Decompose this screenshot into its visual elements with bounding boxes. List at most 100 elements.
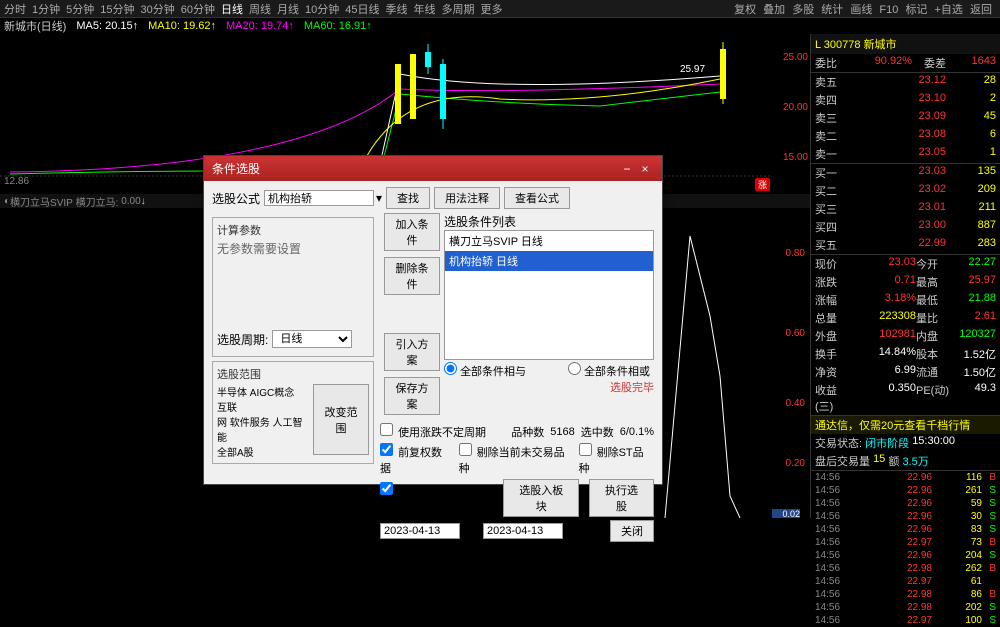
params-fieldset: 计算参数 无参数需要设置 选股周期: 日线 bbox=[212, 217, 374, 357]
chart-info-bar: 新城市(日线) MA5: 20.15↑ MA10: 19.62↑ MA20: 1… bbox=[0, 18, 1000, 34]
tab-month[interactable]: 月线 bbox=[277, 1, 299, 17]
radio-or[interactable]: 全部条件相或 bbox=[568, 362, 650, 379]
weicha-label: 委差 bbox=[912, 55, 946, 71]
stock-name: 新城市(日线) bbox=[4, 18, 66, 34]
import-button[interactable]: 引入方案 bbox=[384, 333, 440, 371]
stock-filter-dialog: 条件选股 − × 选股公式 ▾ 查找 用法注释 查看公式 计算参数 无参数需要设… bbox=[203, 155, 663, 485]
zhang-marker: 涨 bbox=[755, 178, 770, 191]
svg-text:0.40: 0.40 bbox=[786, 398, 806, 409]
quote-row: 收益(三)0.350PE(动)49.3 bbox=[811, 381, 1000, 415]
bid-row: 买三23.01211 bbox=[811, 200, 1000, 218]
close-button[interactable]: 关闭 bbox=[610, 520, 654, 542]
period-tabs: 分时 1分钟 5分钟 15分钟 30分钟 60分钟 日线 周线 月线 10分钟 … bbox=[0, 0, 1000, 18]
btn-stats[interactable]: 统计 bbox=[821, 4, 843, 16]
chk-adjust[interactable]: 前复权数据 bbox=[380, 443, 449, 476]
trade-ticks: 14:5622.96116B14:5622.96261S14:5622.9659… bbox=[811, 471, 1000, 627]
tab-45d[interactable]: 45日线 bbox=[345, 1, 379, 17]
tab-30m[interactable]: 30分钟 bbox=[141, 1, 175, 17]
chk-time[interactable]: 时间段内满足条件 bbox=[380, 482, 483, 515]
tick-row: 14:5622.98202S bbox=[811, 601, 1000, 614]
tab-day[interactable]: 日线 bbox=[221, 1, 243, 17]
tick-row: 14:5622.9659S bbox=[811, 497, 1000, 510]
exec-button[interactable]: 执行选股 bbox=[589, 479, 654, 517]
bid-row: 买四23.00887 bbox=[811, 218, 1000, 236]
ask-row: 卖二23.086 bbox=[811, 127, 1000, 145]
formula-input[interactable] bbox=[264, 190, 374, 206]
tab-quarter[interactable]: 季线 bbox=[386, 1, 408, 17]
btn-adjust[interactable]: 复权 bbox=[734, 4, 756, 16]
bid-row: 买二23.02209 bbox=[811, 182, 1000, 200]
tick-row: 14:5622.9773B bbox=[811, 536, 1000, 549]
tab-year[interactable]: 年线 bbox=[414, 1, 436, 17]
list-item[interactable]: 横刀立马SVIP 日线 bbox=[445, 231, 653, 251]
chk-skip-st[interactable]: 剔除ST品种 bbox=[579, 443, 650, 476]
weibi: 90.92% bbox=[849, 55, 912, 71]
svg-text:0.20: 0.20 bbox=[786, 458, 806, 469]
close-icon[interactable]: × bbox=[636, 162, 654, 176]
list-item[interactable]: 机构抬轿 日线 bbox=[445, 251, 653, 271]
btn-f10[interactable]: F10 bbox=[879, 4, 898, 16]
svg-text:0.60: 0.60 bbox=[786, 328, 806, 339]
date-to[interactable] bbox=[483, 523, 563, 539]
dialog-title-bar[interactable]: 条件选股 − × bbox=[204, 156, 662, 181]
tab-more[interactable]: 更多 bbox=[481, 1, 503, 17]
bid-row: 买一23.03135 bbox=[811, 164, 1000, 182]
formula-label: 选股公式 bbox=[212, 190, 260, 207]
tick-row: 14:5622.96116B bbox=[811, 471, 1000, 484]
to-block-button[interactable]: 选股入板块 bbox=[503, 479, 579, 517]
save-button[interactable]: 保存方案 bbox=[384, 377, 440, 415]
tick-row: 14:5622.97100S bbox=[811, 614, 1000, 627]
chk-skip-new[interactable]: 剔除当前未交易品种 bbox=[459, 443, 569, 476]
scope-fieldset: 选股范围 半导体 AIGC概念 互联 网 软件服务 人工智能 全部A股 改变范围 bbox=[212, 361, 374, 464]
btn-draw[interactable]: 画线 bbox=[850, 4, 872, 16]
find-button[interactable]: 查找 bbox=[386, 187, 430, 209]
btn-multi[interactable]: 多股 bbox=[792, 4, 814, 16]
date-from[interactable] bbox=[380, 523, 460, 539]
help-button[interactable]: 用法注释 bbox=[434, 187, 500, 209]
change-scope-button[interactable]: 改变范围 bbox=[313, 384, 369, 455]
ma10: MA10: 19.62↑ bbox=[148, 20, 216, 32]
tab-tick[interactable]: 分时 bbox=[4, 1, 26, 17]
weicha: 1643 bbox=[946, 55, 996, 71]
last-price-marker: 25.97 bbox=[680, 64, 705, 75]
chk-unstable[interactable]: 使用涨跌不定周期 bbox=[380, 423, 486, 440]
view-formula-button[interactable]: 查看公式 bbox=[504, 187, 570, 209]
quote-row: 现价23.03今开22.27 bbox=[811, 255, 1000, 273]
no-params: 无参数需要设置 bbox=[217, 240, 369, 330]
quote-header: L 300778 新城市 bbox=[811, 34, 1000, 54]
add-condition-button[interactable]: 加入条件 bbox=[384, 213, 440, 251]
period-select[interactable]: 日线 bbox=[272, 330, 352, 348]
tab-1m[interactable]: 1分钟 bbox=[32, 1, 60, 17]
radio-and[interactable]: 全部条件相与 bbox=[444, 362, 526, 379]
ask-row: 卖一23.051 bbox=[811, 145, 1000, 163]
tick-row: 14:5622.9683S bbox=[811, 523, 1000, 536]
ask-row: 卖三23.0945 bbox=[811, 109, 1000, 127]
remove-condition-button[interactable]: 删除条件 bbox=[384, 257, 440, 295]
tick-row: 14:5622.9630S bbox=[811, 510, 1000, 523]
quote-row: 涨幅3.18%最低21.88 bbox=[811, 291, 1000, 309]
btn-overlay[interactable]: 叠加 bbox=[763, 4, 785, 16]
ma20: MA20: 19.74↑ bbox=[226, 20, 294, 32]
tick-row: 14:5622.96261S bbox=[811, 484, 1000, 497]
tab-15m[interactable]: 15分钟 bbox=[100, 1, 134, 17]
quote-row: 总量223308量比2.61 bbox=[811, 309, 1000, 327]
ma60: MA60: 16.91↑ bbox=[304, 20, 372, 32]
btn-mark[interactable]: 标记 bbox=[905, 4, 927, 16]
tab-60m[interactable]: 60分钟 bbox=[181, 1, 215, 17]
ask-row: 卖五23.1228 bbox=[811, 73, 1000, 91]
tab-5m[interactable]: 5分钟 bbox=[66, 1, 94, 17]
price-axis: 25.00 20.00 15.00 bbox=[774, 34, 810, 194]
tab-week[interactable]: 周线 bbox=[249, 1, 271, 17]
condition-listbox[interactable]: 横刀立马SVIP 日线 机构抬轿 日线 bbox=[444, 230, 654, 360]
tick-row: 14:5622.98262B bbox=[811, 562, 1000, 575]
btn-back[interactable]: 返回 bbox=[970, 4, 992, 16]
tab-10m[interactable]: 10分钟 bbox=[305, 1, 339, 17]
tick-row: 14:5622.96204S bbox=[811, 549, 1000, 562]
tab-multi[interactable]: 多周期 bbox=[442, 1, 475, 17]
quote-row: 外盘102981内盘120327 bbox=[811, 327, 1000, 345]
minimize-icon[interactable]: − bbox=[618, 162, 636, 176]
complete-link[interactable]: 选股完毕 bbox=[444, 379, 654, 395]
svg-text:0.80: 0.80 bbox=[786, 248, 806, 259]
notice[interactable]: 通达信，仅需20元查看千档行情 bbox=[815, 417, 970, 433]
btn-fav[interactable]: +自选 bbox=[935, 4, 963, 16]
